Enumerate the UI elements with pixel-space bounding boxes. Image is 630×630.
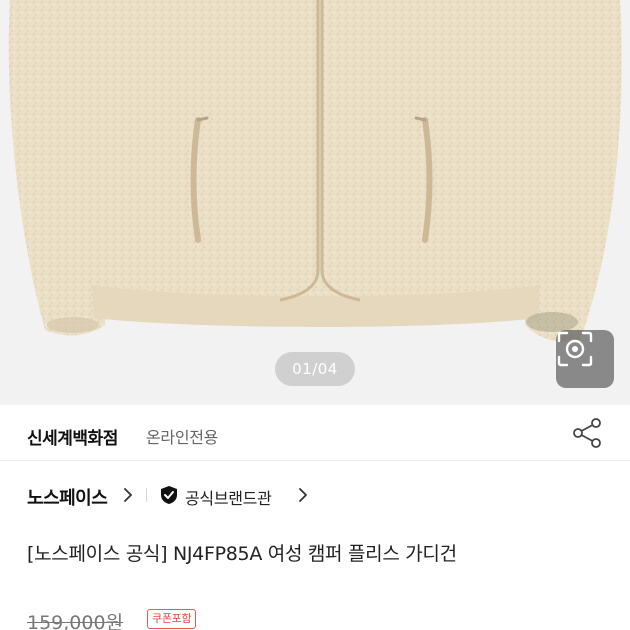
share-icon[interactable] bbox=[572, 417, 604, 449]
seller-name[interactable]: 신세계백화점 bbox=[27, 424, 118, 449]
official-brand-store-link[interactable]: 공식브랜드관 bbox=[185, 485, 272, 509]
brand-row: 노스페이스 공식브랜드관 bbox=[0, 474, 630, 514]
coupon-badge: 쿠폰포함 bbox=[147, 609, 197, 629]
original-price: 159,000원 bbox=[27, 612, 124, 630]
product-image bbox=[8, 0, 622, 342]
chevron-right-icon[interactable] bbox=[122, 487, 134, 503]
seller-tag: 온라인전용 bbox=[146, 428, 219, 447]
seller-row: 신세계백화점 온라인전용 bbox=[0, 405, 630, 461]
price-row: 159,000원 쿠폰포함 bbox=[0, 604, 630, 630]
shield-check-icon bbox=[161, 486, 177, 504]
camera-lens-icon bbox=[557, 331, 593, 367]
divider bbox=[146, 488, 147, 502]
chevron-right-icon[interactable] bbox=[297, 487, 309, 503]
image-pager-text: 01/04 bbox=[292, 360, 338, 378]
product-title: [노스페이스 공식] NJ4FP85A 여성 캠퍼 플리스 가디건 bbox=[27, 543, 457, 565]
image-pager: 01/04 bbox=[275, 352, 355, 386]
brand-name-link[interactable]: 노스페이스 bbox=[27, 484, 108, 510]
image-search-button[interactable] bbox=[556, 330, 614, 388]
product-image-gallery[interactable]: 01/04 bbox=[0, 0, 630, 405]
